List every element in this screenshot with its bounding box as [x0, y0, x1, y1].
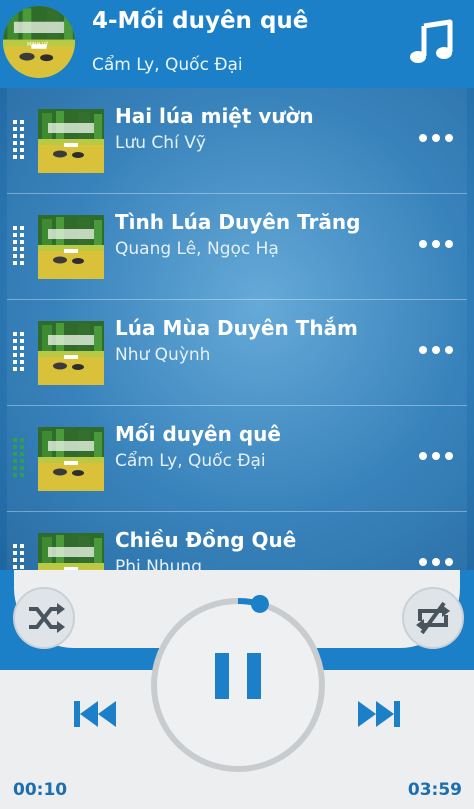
- album-thumbnail: [38, 427, 104, 491]
- song-artist: Như Quỳnh: [115, 345, 211, 365]
- repeat-button[interactable]: [402, 587, 464, 649]
- album-thumbnail: [38, 321, 104, 385]
- song-title: Hai lúa miệt vườn: [115, 104, 314, 128]
- drag-handle-icon[interactable]: [13, 120, 29, 160]
- music-note-icon[interactable]: [408, 18, 458, 68]
- song-title: Lúa Mùa Duyên Thắm: [115, 316, 358, 340]
- song-title: Mối duyên quê: [115, 422, 281, 446]
- shuffle-icon: [29, 603, 65, 633]
- progress-dial[interactable]: [148, 595, 328, 775]
- total-duration: 03:59: [407, 780, 462, 800]
- more-options-icon[interactable]: [419, 238, 455, 250]
- shuffle-button[interactable]: [13, 587, 75, 649]
- drag-handle-icon[interactable]: [13, 332, 29, 372]
- playlist-row[interactable]: Hai lúa miệt vườn Lưu Chí Vỹ: [7, 88, 467, 194]
- song-artist: Quang Lê, Ngọc Hạ: [115, 239, 279, 259]
- album-thumbnail: [38, 533, 104, 570]
- more-options-icon[interactable]: [419, 344, 455, 356]
- song-artist: Lưu Chí Vỹ: [115, 133, 206, 153]
- next-icon[interactable]: [354, 697, 404, 731]
- previous-icon[interactable]: [70, 697, 120, 731]
- drag-handle-icon[interactable]: [13, 438, 29, 478]
- now-playing-title: 4-Mối duyên quê: [92, 8, 309, 34]
- playlist-row[interactable]: Lúa Mùa Duyên Thắm Như Quỳnh: [7, 300, 467, 406]
- more-options-icon[interactable]: [419, 450, 455, 462]
- elapsed-time: 00:10: [13, 780, 68, 800]
- now-playing-artist: Cẩm Ly, Quốc Đại: [92, 55, 243, 75]
- drag-handle-icon[interactable]: [13, 226, 29, 266]
- playlist-row[interactable]: Tình Lúa Duyên Trăng Quang Lê, Ngọc Hạ: [7, 194, 467, 300]
- song-artist: Cẩm Ly, Quốc Đại: [115, 451, 266, 471]
- song-title: Chiều Đồng Quê: [115, 528, 297, 552]
- album-thumbnail: [38, 109, 104, 173]
- repeat-off-icon: [416, 601, 450, 635]
- now-playing-cover[interactable]: MINH VỸ: [3, 6, 75, 78]
- playlist-row[interactable]: Mối duyên quê Cẩm Ly, Quốc Đại: [7, 406, 467, 512]
- more-options-icon[interactable]: [419, 556, 455, 568]
- album-thumbnail: [38, 215, 104, 279]
- drag-handle-icon[interactable]: [13, 544, 29, 570]
- song-artist: Phi Nhung: [115, 557, 202, 570]
- progress-knob[interactable]: [250, 595, 269, 613]
- playlist-row[interactable]: Chiều Đồng Quê Phi Nhung: [7, 512, 467, 570]
- song-title: Tình Lúa Duyên Trăng: [115, 210, 361, 234]
- more-options-icon[interactable]: [419, 132, 455, 144]
- cover-art-text: MINH VỸ: [27, 42, 49, 48]
- now-playing-header: MINH VỸ 4-Mối duyên quê Cẩm Ly, Quốc Đại: [0, 0, 474, 88]
- playlist[interactable]: Hai lúa miệt vườn Lưu Chí Vỹ Tình Lúa Duyê…: [0, 88, 474, 570]
- player-panel: 00:10 03:59: [0, 570, 474, 809]
